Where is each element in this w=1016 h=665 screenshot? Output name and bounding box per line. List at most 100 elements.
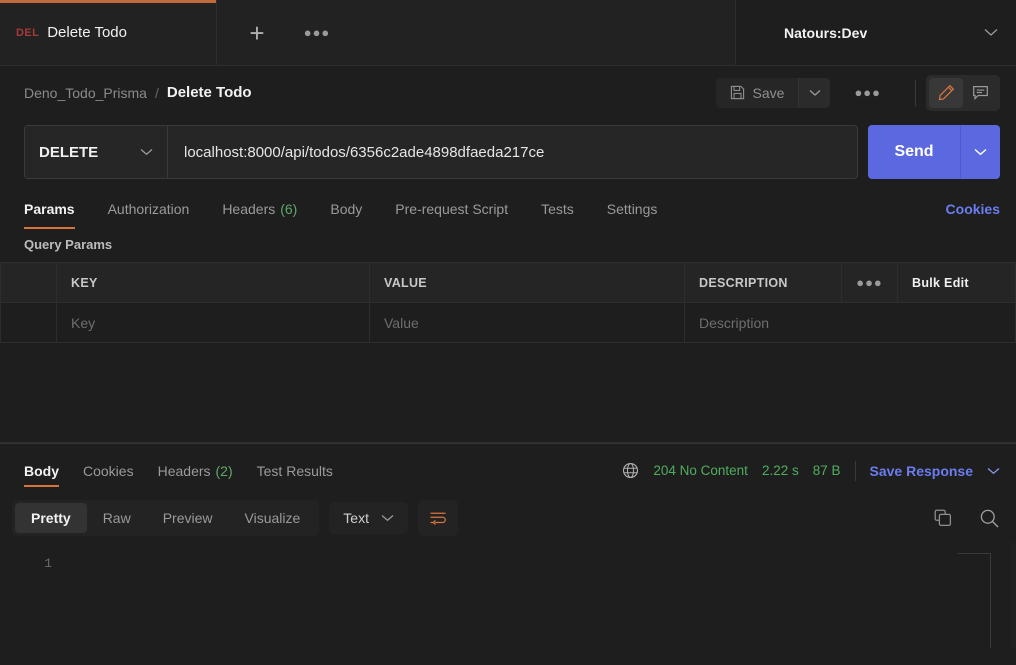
cookies-link[interactable]: Cookies [946,201,1000,217]
tab-headers-label: Headers [222,201,276,217]
tab-bar: DEL Delete Todo + ●●● Natours:Dev [0,0,1016,66]
meta-divider [854,460,856,481]
floppy-disk-icon [730,85,745,100]
search-icon[interactable] [979,508,1000,529]
tab-actions: + ●●● [217,0,736,65]
save-group: Save [715,77,831,108]
editor-line-numbers: 1 [44,556,52,571]
response-tab-headers-label: Headers [157,462,211,479]
response-size: 87 B [812,463,841,478]
view-mode-preview[interactable]: Preview [147,503,229,533]
url-value: localhost:8000/api/todos/6356c2ade4898df… [184,143,545,161]
breadcrumb-actions: Save ●●● [715,74,1000,111]
editor-rail [990,553,991,648]
toolbar-divider [915,79,916,106]
word-wrap-icon [429,511,447,526]
response-tab-body[interactable]: Body [24,448,59,493]
table-row[interactable]: Key Value Description [0,302,1016,343]
response-view-modes: Pretty Raw Preview Visualize [12,500,320,536]
chevron-down-icon[interactable] [987,467,1000,475]
send-group: Send [868,125,1000,179]
query-params-empty-area [0,343,1016,443]
breadcrumb-row: Deno_Todo_Prisma / Delete Todo Save ●●● [0,66,1016,119]
query-params-body: Key Value Description [0,302,1016,343]
response-tab-body-label: Body [24,462,59,479]
tab-pre-request-script[interactable]: Pre-request Script [395,189,508,229]
query-params-table: KEY VALUE DESCRIPTION ●●● Bulk Edit Key … [0,262,1016,343]
tab-params[interactable]: Params [24,189,75,229]
environment-selector[interactable]: Natours:Dev [736,0,1016,65]
http-method-select[interactable]: DELETE [24,125,167,179]
ellipsis-icon: ●●● [303,25,331,40]
request-tabs: Params Authorization Headers (6) Body Pr… [0,189,1016,229]
url-input[interactable]: localhost:8000/api/todos/6356c2ade4898df… [167,125,858,179]
globe-icon[interactable] [622,462,639,479]
tab-headers[interactable]: Headers (6) [222,189,297,229]
send-button[interactable]: Send [868,125,960,179]
comment-mode-button[interactable] [963,78,997,108]
save-response-button[interactable]: Save Response [870,463,974,479]
view-mode-pretty[interactable]: Pretty [15,503,87,533]
send-options-button[interactable] [960,125,1000,179]
row-key-input[interactable]: Key [56,302,370,343]
header-checkbox-cell [0,262,57,303]
new-tab-button[interactable]: + [242,18,272,48]
params-more-button[interactable]: ●●● [841,262,898,303]
request-tab-label: Delete Todo [47,24,127,41]
breadcrumb: Deno_Todo_Prisma / Delete Todo [24,84,716,101]
plus-icon: + [249,17,265,48]
save-options-button[interactable] [798,77,831,108]
word-wrap-button[interactable] [417,500,458,536]
editor-rail-cap [958,553,990,554]
response-tab-cookies[interactable]: Cookies [83,448,134,493]
tab-body[interactable]: Body [330,189,362,229]
request-tab-method-badge: DEL [16,26,40,39]
tab-more-button[interactable]: ●●● [302,18,332,48]
view-mode-raw[interactable]: Raw [87,503,147,533]
breadcrumb-collection[interactable]: Deno_Todo_Prisma [24,85,147,101]
response-tabs: Body Cookies Headers (2) Test Results 20… [0,448,1016,493]
ellipsis-icon: ●●● [854,84,881,100]
response-time: 2.22 s [761,463,799,478]
response-tab-cookies-label: Cookies [83,462,134,479]
page-title: Delete Todo [166,84,252,101]
tab-settings[interactable]: Settings [607,189,658,229]
tab-body-label: Body [330,201,363,217]
tab-pre-request-script-label: Pre-request Script [395,201,509,217]
row-description-input[interactable]: Description [684,302,1016,343]
tab-headers-count: (6) [280,201,298,217]
http-method-value: DELETE [39,143,99,161]
response-body-editor[interactable]: 1 [0,543,1016,648]
environment-name: Natours:Dev [784,24,868,41]
status-badge: 204 No Content [653,463,748,478]
bulk-edit-button[interactable]: Bulk Edit [897,262,1016,303]
tab-authorization-label: Authorization [107,201,190,217]
save-button[interactable]: Save [715,77,799,108]
copy-icon[interactable] [933,508,953,528]
view-mode-visualize[interactable]: Visualize [229,503,317,533]
pencil-icon [938,84,955,101]
response-meta: 204 No Content 2.22 s 87 B Save Response [622,460,1000,481]
view-toggle-group [926,74,1000,111]
response-tab-headers[interactable]: Headers (2) [158,448,233,493]
header-key: KEY [56,262,370,303]
row-checkbox-cell[interactable] [0,302,57,343]
response-format-select[interactable]: Text [329,502,408,534]
tab-tests[interactable]: Tests [541,189,574,229]
request-tab-delete-todo[interactable]: DEL Delete Todo [0,0,217,65]
response-tab-test-results[interactable]: Test Results [257,448,333,493]
edit-mode-button[interactable] [929,77,963,108]
response-view-toolbar: Pretty Raw Preview Visualize Text [0,493,1016,543]
tab-authorization[interactable]: Authorization [108,189,190,229]
row-value-input[interactable]: Value [369,302,685,343]
ellipsis-icon: ●●● [856,275,883,290]
tab-params-label: Params [24,201,75,217]
request-more-button[interactable]: ●●● [844,78,891,108]
tab-tests-label: Tests [541,201,574,217]
response-tab-headers-count: (2) [215,462,233,479]
request-url-row: DELETE localhost:8000/api/todos/6356c2ad… [0,125,1016,179]
query-params-title: Query Params [24,237,113,252]
editor-scrollbar[interactable] [1010,543,1016,648]
comment-icon [972,84,989,101]
header-value: VALUE [369,262,685,303]
